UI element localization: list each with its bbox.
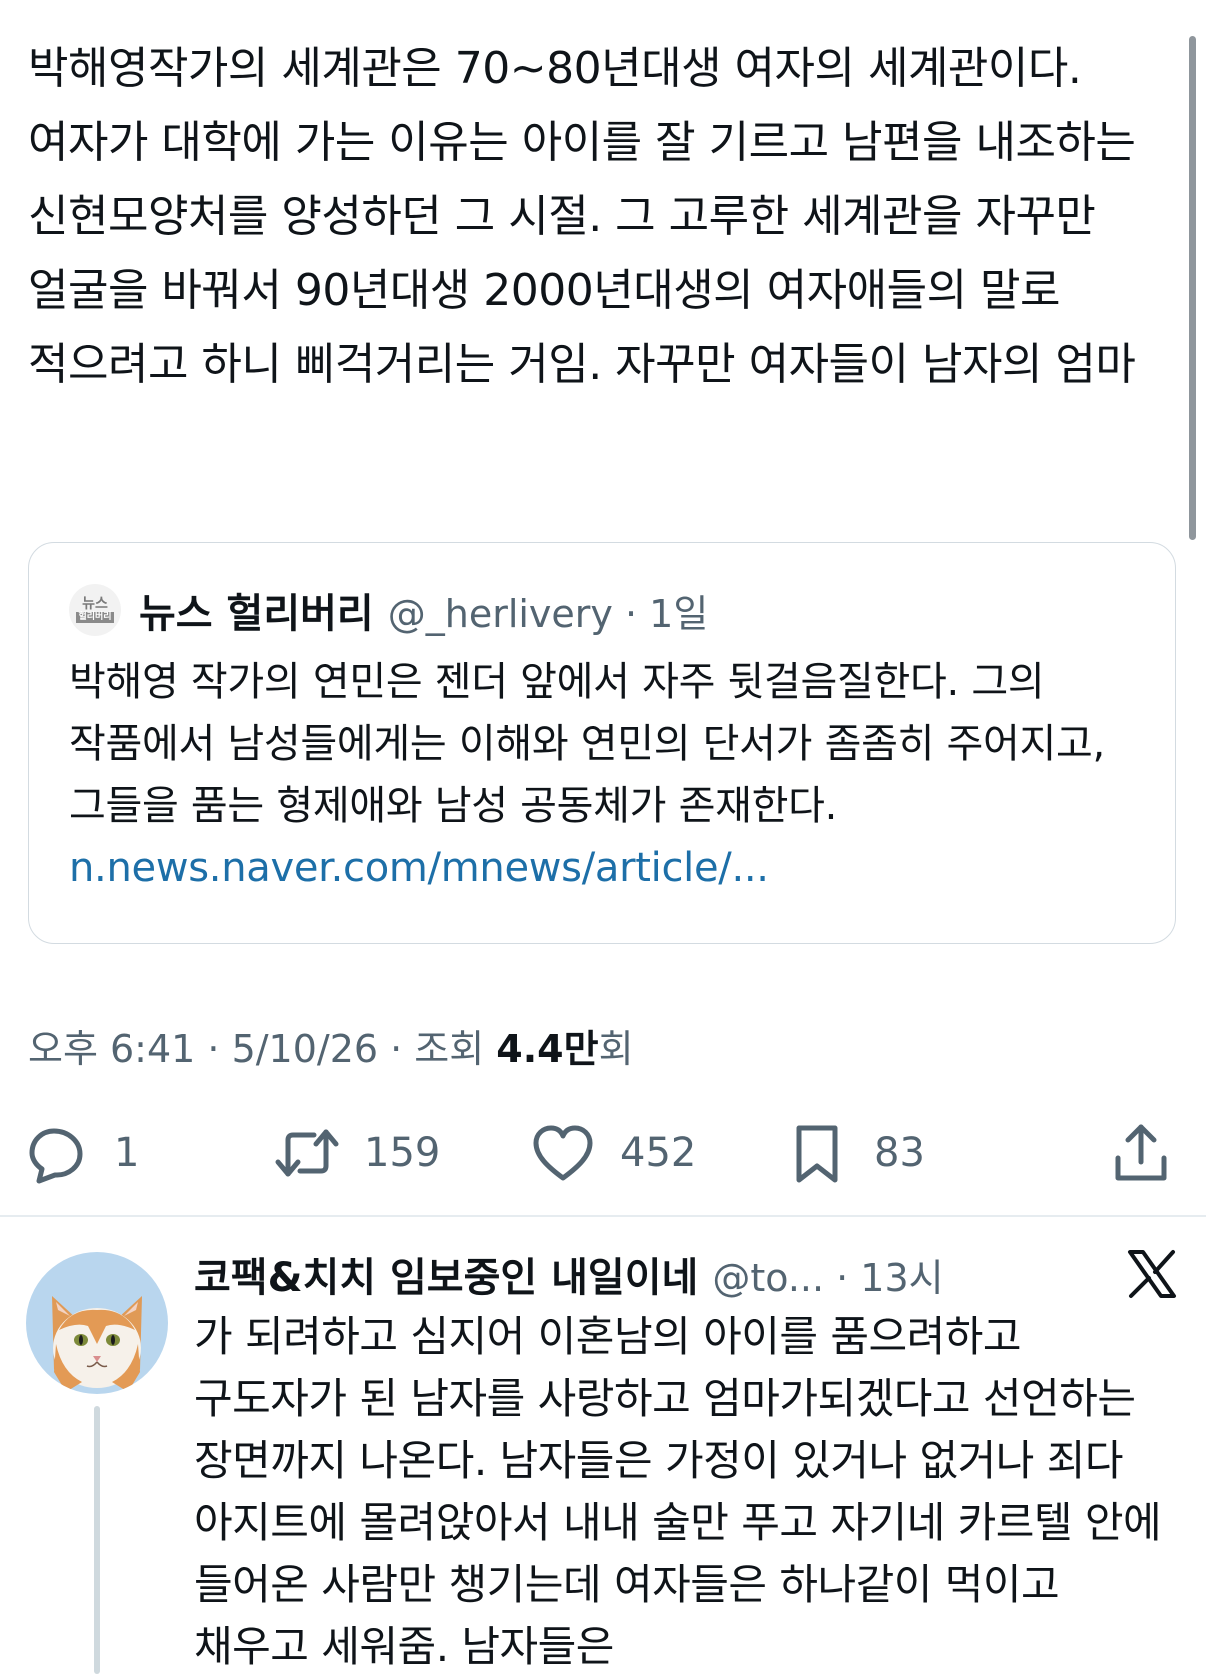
tweet-meta: 오후 6:41 · 5/10/26 · 조회 4.4만회 xyxy=(28,1018,634,1073)
like-count: 452 xyxy=(620,1130,697,1176)
share-button[interactable] xyxy=(1106,1118,1176,1188)
bookmark-button[interactable]: 83 xyxy=(782,1118,925,1188)
bookmark-count: 83 xyxy=(874,1130,925,1176)
reply-header: 코팩&치치 임보중인 내일이네 @to... · 13시 xyxy=(194,1244,1174,1304)
quoted-tweet-body: 박해영 작가의 연민은 젠더 앞에서 자주 뒷걸음질한다. 그의 작품에서 남성… xyxy=(69,651,1139,899)
tweet-timestamp[interactable]: 오후 6:41 · 5/10/26 · 조회 xyxy=(28,1027,496,1071)
quoted-tweet-header: 뉴스 헐리버리 뉴스 헐리버리 @_herlivery · 1일 xyxy=(69,583,708,637)
reply-author-name[interactable]: 코팩&치치 임보중인 내일이네 xyxy=(194,1245,698,1303)
tweet-text: 박해영작가의 세계관은 70~80년대생 여자의 세계관이다. 여자가 대학에 … xyxy=(28,43,1136,390)
views-suffix: 회 xyxy=(598,1027,634,1071)
views-count: 4.4만 xyxy=(496,1027,599,1071)
share-icon xyxy=(1115,1124,1167,1181)
quoted-author-avatar[interactable]: 뉴스 헐리버리 xyxy=(69,584,121,636)
retweet-count: 159 xyxy=(364,1130,441,1176)
cat-avatar-image xyxy=(26,1252,168,1394)
retweet-button[interactable]: 159 xyxy=(272,1118,440,1188)
avatar-logo-text-top: 뉴스 xyxy=(82,596,108,612)
x-logo-icon xyxy=(1128,1250,1176,1298)
divider xyxy=(0,1215,1206,1217)
retweet-icon xyxy=(275,1129,339,1177)
quoted-author-handle-time: @_herlivery · 1일 xyxy=(387,591,709,636)
quoted-tweet-link[interactable]: n.news.naver.com/mnews/article/... xyxy=(69,837,1139,899)
like-button[interactable]: 452 xyxy=(528,1118,696,1188)
quoted-tweet-card[interactable]: 뉴스 헐리버리 뉴스 헐리버리 @_herlivery · 1일 박해영 작가의… xyxy=(28,542,1176,944)
thread-line xyxy=(94,1406,100,1674)
reply-count: 1 xyxy=(114,1130,140,1176)
reply-author-avatar[interactable] xyxy=(26,1252,168,1394)
reply-author-handle-time: @to... · 13시 xyxy=(712,1255,944,1300)
reply-button[interactable]: 1 xyxy=(22,1118,139,1188)
reply-text: 가 되려하고 심지어 이혼남의 아이를 품으려하고 구도자가 된 남자를 사랑하… xyxy=(194,1312,1162,1671)
reply-icon xyxy=(29,1128,83,1184)
quoted-tweet-text: 박해영 작가의 연민은 젠더 앞에서 자주 뒷걸음질한다. 그의 작품에서 남성… xyxy=(69,659,1105,829)
bookmark-icon xyxy=(796,1125,838,1183)
action-bar: 1 159 452 83 xyxy=(22,1118,1182,1188)
quoted-author-name[interactable]: 뉴스 헐리버리 xyxy=(139,581,374,639)
scrollbar[interactable] xyxy=(1189,36,1196,540)
avatar-logo-text-mid: 헐리버리 xyxy=(76,612,114,623)
like-icon xyxy=(533,1125,593,1181)
